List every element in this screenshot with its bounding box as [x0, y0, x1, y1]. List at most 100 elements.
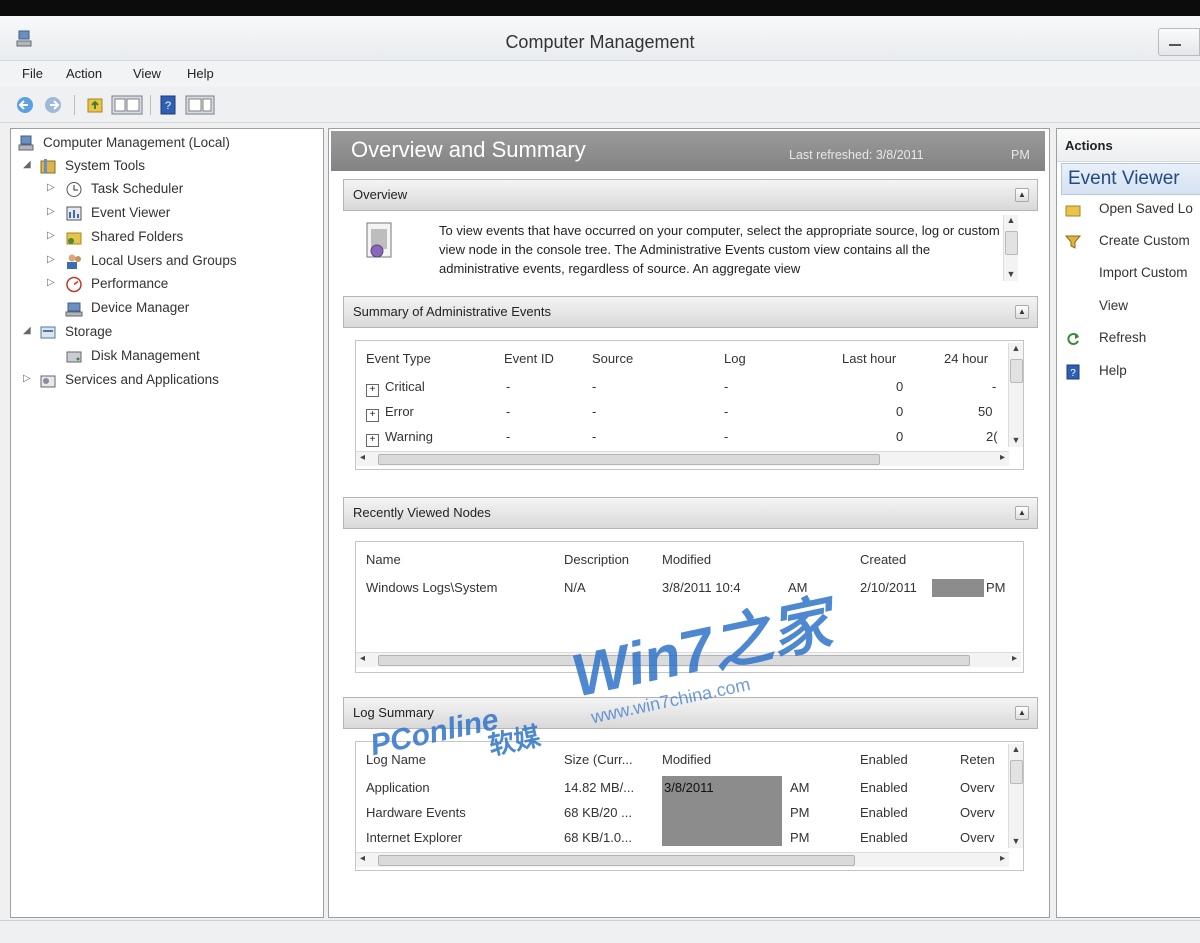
- help-book-icon[interactable]: ?: [158, 94, 178, 116]
- back-arrow-icon[interactable]: [14, 94, 36, 116]
- device-manager-icon: [65, 302, 83, 317]
- expand-row-icon[interactable]: +: [366, 409, 379, 422]
- event-last-hour: 0: [896, 429, 904, 444]
- show-hide-action-pane-icon[interactable]: [184, 94, 216, 116]
- menu-action[interactable]: Action: [66, 66, 102, 81]
- section-title: Summary of Administrative Events: [353, 304, 551, 319]
- collapse-section-button[interactable]: ▲: [1015, 506, 1029, 520]
- log-summary-table: Log Name Size (Curr... Modified Enabled …: [355, 741, 1024, 871]
- column-header[interactable]: Size (Curr...: [564, 752, 633, 767]
- minimize-button[interactable]: [1158, 28, 1200, 56]
- summary-vertical-scrollbar[interactable]: ▲ ▼: [1008, 343, 1023, 447]
- action-create-custom-view[interactable]: Create Custom: [1057, 229, 1200, 255]
- column-header[interactable]: Event Type: [366, 351, 431, 366]
- event-last-hour: 0: [896, 379, 904, 394]
- section-title: Recently Viewed Nodes: [353, 505, 491, 520]
- refresh-icon: [1067, 333, 1079, 345]
- event-type: Warning: [385, 429, 433, 444]
- expand-arrow-icon[interactable]: ▷: [23, 373, 33, 384]
- column-header[interactable]: Name: [366, 552, 401, 567]
- column-header[interactable]: Modified: [662, 552, 711, 567]
- action-open-saved-log[interactable]: Open Saved Lo: [1057, 197, 1200, 223]
- window-title: Computer Management: [505, 32, 695, 52]
- event-source: -: [592, 429, 597, 444]
- redacted-block: [932, 579, 984, 597]
- column-header[interactable]: Last hour: [842, 351, 896, 366]
- event-log-icon: [366, 222, 392, 258]
- menu-view[interactable]: View: [133, 66, 161, 81]
- menu-file[interactable]: File: [22, 66, 43, 81]
- event-id: -: [506, 404, 511, 419]
- collapse-section-button[interactable]: ▲: [1015, 188, 1029, 202]
- shared-folder-icon: [66, 232, 82, 245]
- section-summary[interactable]: Summary of Administrative Events ▲: [343, 296, 1038, 328]
- column-header[interactable]: Log Name: [366, 752, 426, 767]
- expand-arrow-icon[interactable]: ▷: [47, 182, 57, 193]
- actions-subtitle: Event Viewer: [1068, 168, 1180, 189]
- log-enabled: Enabled: [860, 805, 908, 820]
- event-log: -: [724, 404, 729, 419]
- overview-pane: Overview and Summary Last refreshed: 3/8…: [328, 128, 1050, 918]
- column-header[interactable]: Source: [592, 351, 633, 366]
- log-vertical-scrollbar[interactable]: ▲ ▼: [1008, 744, 1023, 848]
- tree-label: Computer Management (Local): [43, 135, 230, 150]
- event-source: -: [592, 404, 597, 419]
- collapse-arrow-icon[interactable]: ◢: [23, 159, 33, 170]
- collapse-section-button[interactable]: ▲: [1015, 305, 1029, 319]
- section-title: Overview: [353, 187, 408, 202]
- last-refreshed-suffix: PM: [1011, 148, 1030, 162]
- expand-arrow-icon[interactable]: ▷: [47, 206, 57, 217]
- action-import-custom-view[interactable]: Import Custom: [1057, 261, 1200, 287]
- actions-subheader[interactable]: Event Viewer: [1061, 163, 1200, 195]
- menu-help[interactable]: Help: [187, 66, 214, 81]
- section-recently-viewed[interactable]: Recently Viewed Nodes ▲: [343, 497, 1038, 529]
- expand-arrow-icon[interactable]: ▷: [47, 277, 57, 288]
- log-horizontal-scrollbar[interactable]: ◂ ▸: [356, 852, 1009, 867]
- overview-scrollbar[interactable]: ▲ ▼: [1003, 215, 1018, 281]
- node-modified-suffix: AM: [788, 580, 808, 595]
- column-header[interactable]: Created: [860, 552, 906, 567]
- log-modified-suffix: PM: [790, 830, 810, 845]
- expand-row-icon[interactable]: +: [366, 434, 379, 447]
- column-header[interactable]: Modified: [662, 752, 711, 767]
- folder-open-icon: [1065, 205, 1081, 217]
- column-header[interactable]: Description: [564, 552, 629, 567]
- column-header[interactable]: Reten: [960, 752, 995, 767]
- forward-arrow-icon[interactable]: [42, 94, 64, 116]
- log-name: Internet Explorer: [366, 830, 463, 845]
- column-header[interactable]: Event ID: [504, 351, 554, 366]
- collapse-arrow-icon[interactable]: ◢: [23, 325, 33, 336]
- action-label: Open Saved Lo: [1099, 201, 1193, 216]
- log-name: Hardware Events: [366, 805, 466, 820]
- overview-text: To view events that have occurred on you…: [439, 223, 1000, 276]
- log-modified-suffix: AM: [790, 780, 810, 795]
- tree-label: Device Manager: [91, 300, 190, 315]
- expand-arrow-icon[interactable]: ▷: [47, 230, 57, 241]
- collapse-section-button[interactable]: ▲: [1015, 706, 1029, 720]
- column-header[interactable]: Enabled: [860, 752, 908, 767]
- show-hide-console-tree-icon[interactable]: [110, 94, 144, 116]
- action-refresh[interactable]: Refresh: [1057, 326, 1200, 352]
- event-type: Error: [385, 404, 414, 419]
- log-retention: Overv: [960, 805, 995, 820]
- up-folder-icon[interactable]: [84, 94, 106, 116]
- svg-text:?: ?: [1070, 368, 1076, 379]
- computer-management-icon: [18, 135, 34, 151]
- tree-label: Disk Management: [91, 348, 200, 363]
- section-log-summary[interactable]: Log Summary ▲: [343, 697, 1038, 729]
- column-header[interactable]: 24 hour: [944, 351, 988, 366]
- column-header[interactable]: Log: [724, 351, 746, 366]
- last-refreshed: Last refreshed: 3/8/2011: [789, 148, 924, 162]
- event-source: -: [592, 379, 597, 394]
- summary-horizontal-scrollbar[interactable]: ◂ ▸: [356, 451, 1009, 466]
- recent-horizontal-scrollbar[interactable]: ◂ ▸: [356, 652, 1021, 667]
- action-view[interactable]: View: [1057, 294, 1200, 320]
- section-overview[interactable]: Overview ▲: [343, 179, 1038, 211]
- svg-text:?: ?: [165, 100, 171, 112]
- action-help[interactable]: ? Help: [1057, 359, 1200, 385]
- log-retention: Overv: [960, 830, 995, 845]
- clock-icon: [66, 182, 82, 197]
- expand-arrow-icon[interactable]: ▷: [47, 254, 57, 265]
- log-size: 14.82 MB/...: [564, 780, 635, 795]
- expand-row-icon[interactable]: +: [366, 384, 379, 397]
